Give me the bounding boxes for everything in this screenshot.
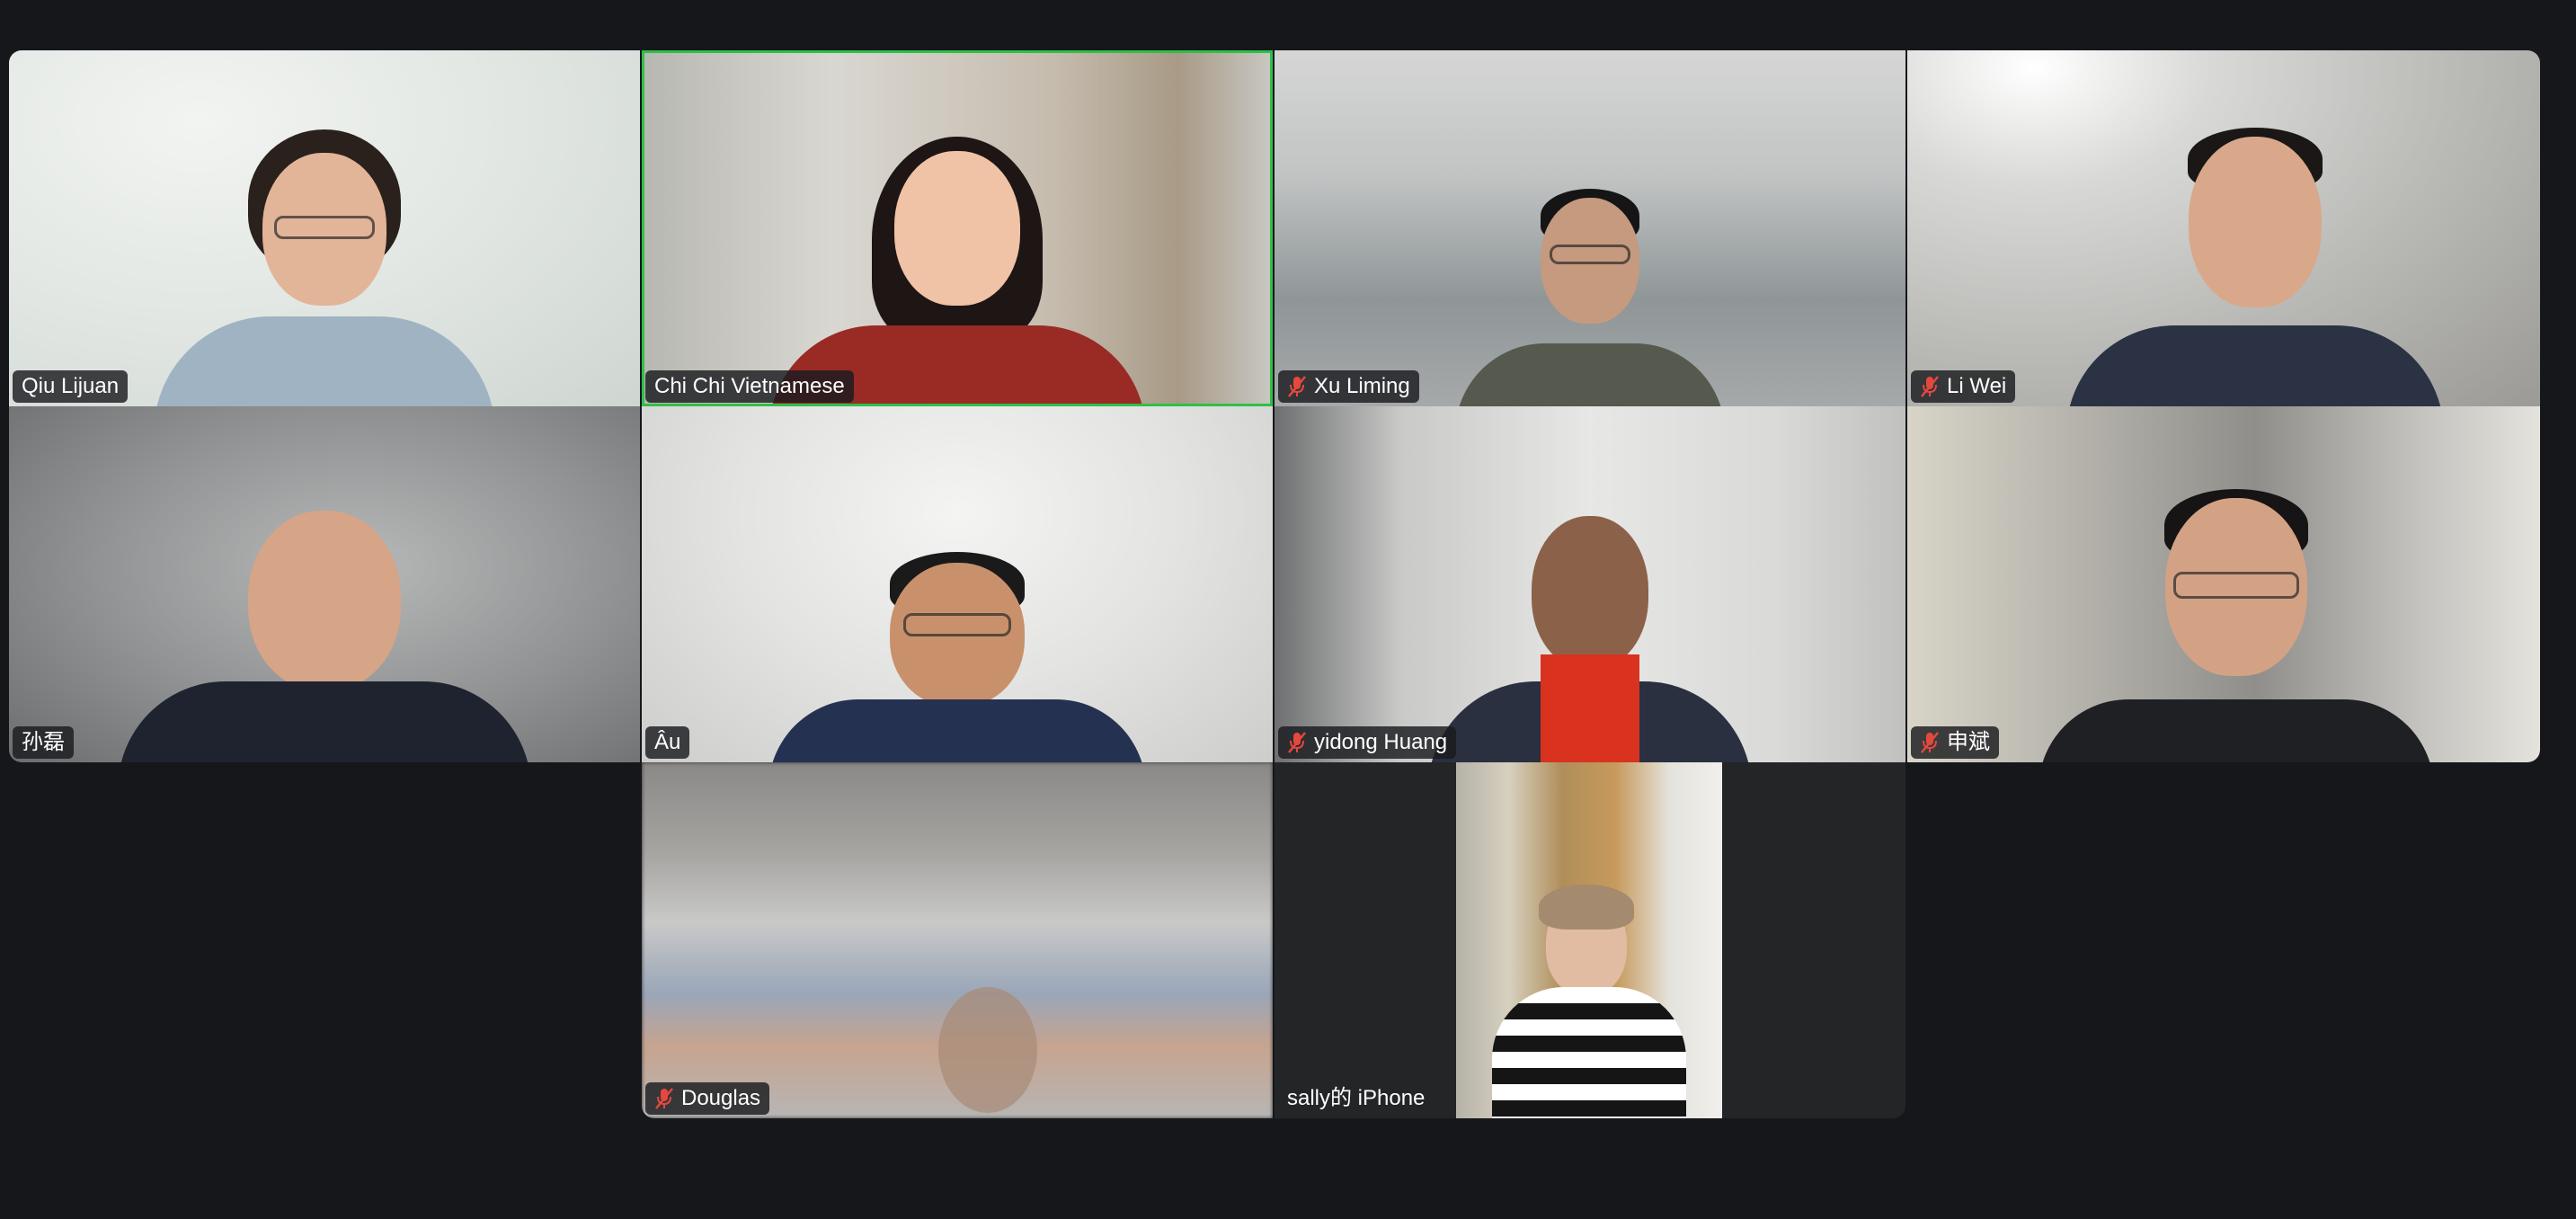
- participant-name-tag: sally的 iPhone: [1278, 1082, 1434, 1115]
- participant-name: Xu Liming: [1314, 374, 1410, 398]
- participant-name-tag: Chi Chi Vietnamese: [645, 370, 854, 403]
- participant-video-figure: [136, 110, 513, 406]
- participant-name: yidong Huang: [1314, 730, 1448, 754]
- participant-video-figure: [2039, 466, 2435, 762]
- participant-name-tag: Douglas: [645, 1082, 770, 1115]
- participant-name-tag: yidong Huang: [1278, 726, 1457, 759]
- participant-name-tag: Xu Liming: [1278, 370, 1419, 403]
- microphone-muted-icon: [1920, 731, 1940, 754]
- participant-video-figure: [768, 110, 1146, 406]
- portrait-video-feed: [1456, 762, 1722, 1118]
- participant-name: Qiu Lijuan: [22, 374, 120, 398]
- gallery-view: Qiu Lijuan Chi Chi Vietnamese Xu Liming …: [0, 0, 2576, 1219]
- video-tile-sun-lei[interactable]: 孙磊: [9, 406, 640, 762]
- video-tile-au[interactable]: Âu: [642, 406, 1273, 762]
- participant-name: Douglas: [681, 1086, 761, 1110]
- microphone-muted-icon: [1287, 375, 1307, 398]
- microphone-muted-icon: [654, 1087, 674, 1110]
- video-tile-li-wei[interactable]: Li Wei: [1907, 50, 2540, 406]
- participant-name-tag: 孙磊: [13, 726, 74, 759]
- video-tile-douglas[interactable]: Douglas: [642, 762, 1273, 1118]
- participant-name-tag: Li Wei: [1911, 370, 2016, 403]
- participant-name: Chi Chi Vietnamese: [654, 374, 845, 398]
- participant-name-tag: Qiu Lijuan: [13, 370, 129, 403]
- participant-name: Li Wei: [1947, 374, 2007, 398]
- video-tile-shen-bin[interactable]: 申斌: [1907, 406, 2540, 762]
- microphone-muted-icon: [1920, 375, 1940, 398]
- participant-name: sally的 iPhone: [1287, 1086, 1426, 1110]
- video-tile-xu-liming[interactable]: Xu Liming: [1275, 50, 1905, 406]
- participant-name: Âu: [654, 730, 681, 754]
- participant-video-figure: [1401, 466, 1779, 762]
- video-tile-chi-chi-vietnamese[interactable]: Chi Chi Vietnamese: [642, 50, 1273, 406]
- participant-name-tag: Âu: [645, 726, 690, 759]
- participant-name-tag: 申斌: [1911, 726, 1999, 759]
- participant-video-figure: [1401, 110, 1779, 406]
- video-tile-yidong-huang[interactable]: yidong Huang: [1275, 406, 1905, 762]
- participant-video-figure: [938, 987, 1037, 1113]
- video-tile-sally-iphone[interactable]: sally的 iPhone: [1275, 762, 1905, 1118]
- microphone-muted-icon: [1287, 731, 1307, 754]
- participant-video-figure: [768, 466, 1146, 762]
- participant-name: 申斌: [1947, 730, 1990, 754]
- participant-name: 孙磊: [22, 730, 65, 754]
- participant-video-figure: [2066, 110, 2445, 406]
- participant-video-figure: [118, 466, 531, 762]
- video-tile-qiu-lijuan[interactable]: Qiu Lijuan: [9, 50, 640, 406]
